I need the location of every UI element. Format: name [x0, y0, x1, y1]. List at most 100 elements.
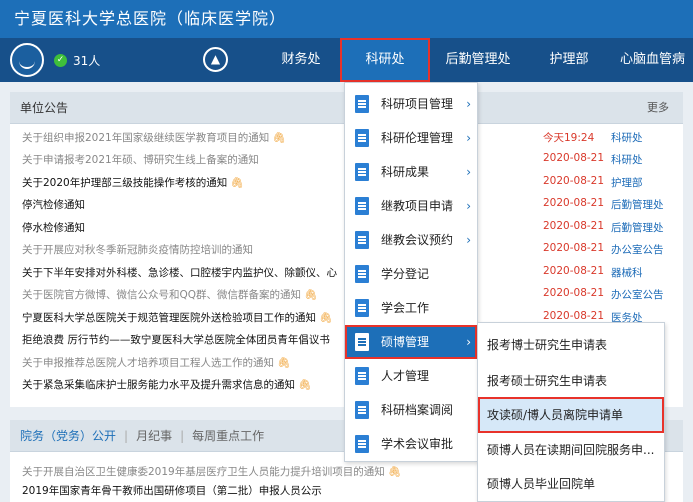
document-icon — [355, 95, 369, 113]
list-item[interactable]: 2019年国家青年骨干教师出国研修项目（第二批）申报人员公示 — [22, 483, 322, 498]
research-dropdown-menu: 科研项目管理 › 科研伦理管理 › 科研成果 › 继教项目申请 › 继教会议预约 › 学分登记学会工… — [344, 82, 478, 462]
notice-item[interactable]: 关于紧急采集临床护士服务能力水平及提升需求信息的通知 🖇 — [22, 377, 312, 392]
document-icon — [355, 163, 369, 181]
notice-item[interactable]: 停汽检修通知 — [22, 197, 85, 212]
notice-department[interactable]: 器械科 — [611, 265, 643, 280]
notice-item[interactable]: 宁夏医科大学总医院关于规范管理医院外送检验项目工作的通知 🖇 — [22, 310, 333, 325]
notice-department[interactable]: 后勤管理处 — [611, 197, 664, 212]
notice-department[interactable]: 后勤管理处 — [611, 220, 664, 235]
nav-item-finance[interactable]: 财务处 — [262, 38, 340, 82]
attachment-icon: 🖇 — [316, 312, 333, 324]
notice-item[interactable]: 关于2020年护理部三级技能操作考核的通知 🖇 — [22, 175, 244, 190]
menu-item-label: 学分登记 — [381, 267, 430, 281]
menu-item-label: 科研项目管理 — [381, 97, 454, 111]
flyout-item[interactable]: 攻读硕/博人员离院申请单 — [478, 397, 664, 433]
menu-item-label: 科研伦理管理 — [381, 131, 454, 145]
more-link[interactable]: 更多 — [647, 92, 669, 124]
menu-item[interactable]: 继教会议预约 › — [345, 223, 477, 257]
attachment-icon: 🖇 — [274, 357, 291, 369]
menu-item-label: 学会工作 — [381, 301, 430, 315]
nav-item-research[interactable]: 科研处 — [340, 38, 430, 82]
flyout-item[interactable]: 报考硕士研究生申请表 — [478, 363, 664, 399]
document-icon — [355, 197, 369, 215]
menu-item[interactable]: 科研成果 › — [345, 155, 477, 189]
notice-date: 2020-08-21 — [543, 220, 605, 232]
attachment-icon: 🖇 — [269, 132, 286, 144]
notice-item[interactable]: 关于组织申报2021年国家级继续医学教育项目的通知 🖇 — [22, 130, 286, 145]
nav-item-nursing[interactable]: 护理部 — [534, 38, 604, 82]
nav-item-logistics[interactable]: 后勤管理处 — [438, 38, 518, 82]
menu-item[interactable]: 科研伦理管理 › — [345, 121, 477, 155]
document-icon — [355, 401, 369, 419]
notice-department[interactable]: 护理部 — [611, 175, 643, 190]
app-title: 宁夏医科大学总医院（临床医学院） — [0, 0, 693, 38]
document-icon — [355, 435, 369, 453]
chevron-right-icon: › — [466, 335, 471, 349]
tab-weekly[interactable]: 每周重点工作 — [192, 429, 264, 443]
menu-item[interactable]: 人才管理 — [345, 359, 477, 393]
notice-item[interactable]: 拒绝浪费 厉行节约——致宁夏医科大学总医院全体团员青年倡议书 — [22, 332, 330, 347]
notice-date: 2020-08-21 — [543, 310, 605, 322]
menu-item[interactable]: 科研档案调阅 — [345, 393, 477, 427]
menu-item[interactable]: 学术会议审批 — [345, 427, 477, 461]
menu-item[interactable]: 继教项目申请 › — [345, 189, 477, 223]
notice-department[interactable]: 办公室公告 — [611, 242, 664, 257]
menu-item[interactable]: 科研项目管理 › — [345, 87, 477, 121]
attachment-icon: 🖇 — [388, 466, 402, 478]
online-count: 31人 — [73, 54, 101, 68]
menu-item-label: 科研档案调阅 — [381, 403, 454, 417]
notice-item[interactable]: 关于下半年安排对外科楼、急诊楼、口腔楼宇内监护仪、除颤仪、心 — [22, 265, 337, 280]
notices-panel-title: 单位公告 — [20, 101, 69, 115]
document-icon — [355, 129, 369, 147]
document-icon — [355, 367, 369, 385]
notice-item[interactable]: 关于申请报考2021年硕、博研究生线上备案的通知 — [22, 152, 259, 167]
menu-item-label: 继教会议预约 — [381, 233, 454, 247]
attachment-icon: 🖇 — [301, 289, 318, 301]
chevron-right-icon: › — [466, 131, 471, 145]
document-icon — [355, 333, 369, 351]
notice-date: 2020-08-21 — [543, 152, 605, 164]
flyout-item[interactable]: 硕博人员毕业回院单 — [478, 466, 664, 502]
menu-item-label: 学术会议审批 — [381, 437, 454, 451]
notice-department[interactable]: 科研处 — [611, 130, 643, 145]
notice-date: 2020-08-21 — [543, 242, 605, 254]
chevron-right-icon: › — [466, 233, 471, 247]
chevron-right-icon: › — [466, 97, 471, 111]
document-icon — [355, 231, 369, 249]
notice-item[interactable]: 关于开展应对秋冬季新冠肺炎疫情防控培训的通知 — [22, 242, 253, 257]
menu-item[interactable]: 学分登记 — [345, 257, 477, 291]
online-check-icon: ✓ — [54, 54, 67, 67]
notice-item[interactable]: 关于申报推荐总医院人才培养项目工程人选工作的通知 🖇 — [22, 355, 291, 370]
flyout-item[interactable]: 报考博士研究生申请表 — [478, 327, 664, 363]
notice-department[interactable]: 科研处 — [611, 152, 643, 167]
notice-department[interactable]: 办公室公告 — [611, 287, 664, 302]
notice-date: 2020-08-21 — [543, 287, 605, 299]
attachment-icon: 🖇 — [295, 379, 312, 391]
nav-item-cardio[interactable]: 心脑血管病 — [620, 38, 693, 82]
list-item[interactable]: 关于开展自治区卫生健康委2019年基层医疗卫生人员能力提升培训项目的通知 🖇 — [22, 464, 401, 479]
tab-monthly[interactable]: 月纪事 — [136, 429, 172, 443]
document-icon — [355, 265, 369, 283]
notice-item[interactable]: 停水检修通知 — [22, 220, 85, 235]
menu-item-label: 继教项目申请 — [381, 199, 454, 213]
notice-date: 2020-08-21 — [543, 265, 605, 277]
chevron-right-icon: › — [466, 199, 471, 213]
hospital-logo[interactable] — [10, 43, 44, 77]
menu-item-label: 人才管理 — [381, 369, 430, 383]
notice-date: 2020-08-21 — [543, 175, 605, 187]
menu-item-label: 科研成果 — [381, 165, 430, 179]
notice-date: 2020-08-21 — [543, 197, 605, 209]
nav-arrow-icon[interactable]: ▲ — [203, 47, 228, 72]
main-nav: ✓ 31人 ▲ 财务处 科研处 后勤管理处 护理部 心脑血管病 — [0, 38, 693, 82]
graduate-flyout-menu: 报考博士研究生申请表 报考硕士研究生申请表 攻读硕/博人员离院申请单 硕博人员在读期间… — [477, 322, 665, 502]
chevron-right-icon: › — [466, 165, 471, 179]
tab-public-affairs[interactable]: 院务（党务）公开 — [20, 429, 116, 443]
flyout-item[interactable]: 硕博人员在读期间回院服务申... — [478, 432, 664, 468]
menu-item[interactable]: 硕博管理 › — [345, 325, 477, 359]
menu-item[interactable]: 学会工作 — [345, 291, 477, 325]
notice-item[interactable]: 关于医院官方微博、微信公众号和QQ群、微信群备案的通知 🖇 — [22, 287, 318, 302]
attachment-icon: 🖇 — [227, 177, 244, 189]
menu-item-label: 硕博管理 — [381, 335, 430, 349]
notice-date: 今天19:24 — [543, 132, 595, 144]
document-icon — [355, 299, 369, 317]
